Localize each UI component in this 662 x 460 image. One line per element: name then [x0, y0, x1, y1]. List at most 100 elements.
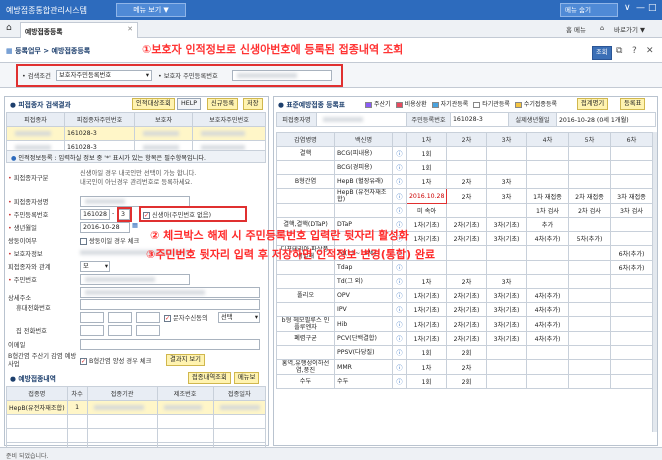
- dose-cell[interactable]: [526, 245, 569, 261]
- dose-cell[interactable]: [446, 260, 487, 275]
- dose-cell[interactable]: [610, 345, 653, 360]
- info-icon[interactable]: ⓘ: [392, 260, 407, 275]
- dose-cell[interactable]: [568, 331, 611, 346]
- dose-cell[interactable]: 2016.10.28: [406, 188, 447, 204]
- dose-cell[interactable]: 미 속아: [406, 203, 447, 218]
- dose-cell[interactable]: [610, 374, 653, 389]
- dose-cell[interactable]: [610, 359, 653, 375]
- table-row[interactable]: IPV ⓘ 1차(기초) 2차(기초) 3차(기초) 4차(추가): [276, 302, 653, 317]
- dose-cell[interactable]: 3차: [486, 188, 527, 204]
- new-register-button[interactable]: 신규등록: [207, 98, 239, 110]
- dose-cell[interactable]: [526, 274, 569, 289]
- dose-cell[interactable]: 1차(기초): [406, 316, 447, 332]
- dose-cell[interactable]: [486, 345, 527, 360]
- dose-cell[interactable]: 2차: [446, 188, 487, 204]
- dose-cell[interactable]: 2차(기초): [446, 302, 487, 317]
- dose-cell[interactable]: [526, 345, 569, 360]
- close-tab-icon[interactable]: ✕: [127, 25, 133, 33]
- dose-cell[interactable]: 4차(추가): [526, 302, 569, 317]
- dose-cell[interactable]: 2차: [446, 359, 487, 375]
- table-row[interactable]: BCG(경피용) ⓘ 1회: [276, 160, 653, 175]
- dose-cell[interactable]: 1차: [406, 274, 447, 289]
- dose-cell[interactable]: 2회: [446, 374, 487, 389]
- phone-part1[interactable]: [80, 312, 104, 323]
- dose-cell[interactable]: 2회: [446, 345, 487, 360]
- dose-cell[interactable]: [526, 160, 569, 175]
- dose-cell[interactable]: [486, 203, 527, 218]
- table-row[interactable]: PPSV(다당질) ⓘ 1회 2회: [276, 345, 653, 360]
- dose-cell[interactable]: 3차: [486, 174, 527, 189]
- dose-cell[interactable]: [568, 345, 611, 360]
- info-icon[interactable]: ⓘ: [392, 359, 407, 375]
- dose-cell[interactable]: [526, 359, 569, 375]
- dose-cell[interactable]: [568, 160, 611, 175]
- phone-part3[interactable]: [136, 312, 160, 323]
- dose-cell[interactable]: 2차(기초): [446, 331, 487, 346]
- table-row[interactable]: 수두 수두 ⓘ 1회 2회: [276, 374, 653, 389]
- dose-cell[interactable]: [568, 288, 611, 303]
- help-button[interactable]: HELP: [177, 98, 202, 110]
- rrn-front-input[interactable]: 161028: [80, 209, 110, 220]
- dose-cell[interactable]: 2차(기초): [446, 217, 487, 232]
- info-icon[interactable]: ⓘ: [392, 188, 407, 204]
- tab-vaccination-registration[interactable]: 예방접종등록 ✕: [20, 22, 138, 38]
- dose-cell[interactable]: 4차(추가): [526, 288, 569, 303]
- dose-cell[interactable]: [568, 260, 611, 275]
- guardian-rrn-input[interactable]: [232, 70, 332, 81]
- close-icon[interactable]: ✕: [646, 46, 654, 56]
- dose-cell[interactable]: 3차(기초): [486, 217, 527, 232]
- info-icon[interactable]: ⓘ: [392, 160, 407, 175]
- info-icon[interactable]: ⓘ: [392, 331, 407, 346]
- dose-cell[interactable]: 3차(기초): [486, 302, 527, 317]
- table-row[interactable]: b형 헤모필루스 인플루엔자 Hib ⓘ 1차(기초) 2차(기초) 3차(기초) 4차(추…: [276, 316, 653, 332]
- dose-cell[interactable]: [486, 374, 527, 389]
- dose-cell[interactable]: [446, 160, 487, 175]
- dose-cell[interactable]: 1회: [406, 146, 447, 161]
- dose-cell[interactable]: [610, 302, 653, 317]
- guardian-rrn-field[interactable]: [80, 274, 190, 285]
- dose-cell[interactable]: [610, 160, 653, 175]
- dose-cell[interactable]: [610, 288, 653, 303]
- dose-cell[interactable]: [486, 260, 527, 275]
- dose-cell[interactable]: [568, 146, 611, 161]
- minimize-icon[interactable]: ∨: [624, 3, 631, 13]
- tel-part2[interactable]: [108, 325, 132, 336]
- dose-cell[interactable]: [526, 146, 569, 161]
- newborn-checkbox[interactable]: ✓ 신생아(주민번호 없음): [143, 210, 211, 219]
- project-checkbox[interactable]: ✓ B형간염 양성 경우 체크: [80, 356, 151, 365]
- dose-cell[interactable]: [406, 260, 447, 275]
- table-row[interactable]: 161028-3: [6, 126, 266, 141]
- table-row[interactable]: Td(그 외) ⓘ 1차 2차 3차: [276, 274, 653, 289]
- history-menu-button[interactable]: 메뉴보: [234, 372, 260, 384]
- dose-cell[interactable]: [568, 359, 611, 375]
- dose-cell[interactable]: [526, 374, 569, 389]
- dose-cell[interactable]: 3차 재접종: [610, 188, 653, 204]
- dose-cell[interactable]: [610, 274, 653, 289]
- dose-cell[interactable]: [568, 316, 611, 332]
- restore-icon[interactable]: —: [636, 3, 645, 13]
- info-icon[interactable]: ⓘ: [392, 274, 407, 289]
- dose-cell[interactable]: 4차(추가): [526, 331, 569, 346]
- dose-cell[interactable]: [568, 245, 611, 261]
- address-detail-input[interactable]: [80, 299, 260, 310]
- dose-cell[interactable]: 2차 재접종: [568, 188, 611, 204]
- table-row[interactable]: HepB (유전자재조합) ⓘ 2016.10.28 2차 3차 1차 재접종 2차 재접종…: [276, 188, 653, 204]
- dose-cell[interactable]: 1차(기초): [406, 288, 447, 303]
- dose-cell[interactable]: [486, 160, 527, 175]
- info-icon[interactable]: ⓘ: [392, 374, 407, 389]
- dose-cell[interactable]: 1회: [406, 374, 447, 389]
- save-button[interactable]: 저장: [243, 98, 263, 110]
- dose-cell[interactable]: 4차(추가): [526, 316, 569, 332]
- info-icon[interactable]: ⓘ: [392, 345, 407, 360]
- dose-cell[interactable]: 1회: [406, 160, 447, 175]
- address-input[interactable]: [80, 287, 260, 298]
- dose-cell[interactable]: 1차(기초): [406, 331, 447, 346]
- dose-cell[interactable]: [568, 174, 611, 189]
- dose-cell[interactable]: 2차: [446, 274, 487, 289]
- dose-cell[interactable]: 5차(추가): [568, 231, 611, 246]
- dose-cell[interactable]: 1차: [406, 174, 447, 189]
- shortcut-dropdown[interactable]: 바로가기 ▼: [614, 24, 645, 34]
- history-query-button[interactable]: 접종내역조회: [188, 372, 231, 384]
- dose-cell[interactable]: [610, 316, 653, 332]
- menu-hide-dropdown[interactable]: 메뉴 숨기: [560, 3, 618, 17]
